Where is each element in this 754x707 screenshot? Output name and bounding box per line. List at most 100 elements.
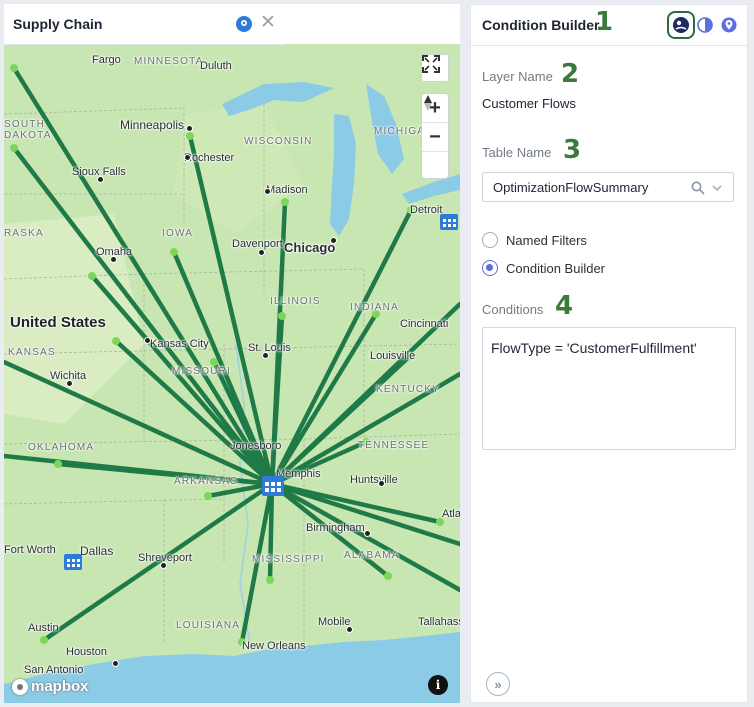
callout-number: 2: [561, 59, 580, 89]
state-label: MISSISSIPPI: [252, 554, 325, 565]
state-label: KENTUCKY: [376, 384, 441, 395]
flow-node[interactable]: [210, 358, 218, 366]
radio-button[interactable]: [482, 232, 498, 248]
state-label: INDIANA: [350, 302, 399, 313]
callout-number: 4: [555, 291, 574, 321]
flow-node[interactable]: [10, 144, 18, 152]
city-label: Austin: [28, 622, 59, 634]
city-label: Huntsville: [350, 474, 398, 486]
state-label: MINNESOTA: [134, 56, 204, 67]
flow-node[interactable]: [266, 576, 274, 584]
location-pin-icon[interactable]: [236, 16, 252, 37]
table-name-select[interactable]: OptimizationFlowSummary: [482, 172, 734, 202]
state-label: ALABAMA: [344, 550, 400, 561]
table-name-label: Table Name: [482, 145, 552, 160]
callout-number: 1: [595, 7, 614, 37]
city-label: Mobile: [318, 616, 351, 628]
city-label: Jonesboro: [230, 440, 282, 452]
city-label: Cincinnati: [400, 318, 449, 330]
city-dot: [184, 154, 191, 161]
city-dot: [97, 176, 104, 183]
city-dot: [112, 660, 119, 667]
mapbox-text: mapbox: [31, 678, 89, 695]
city-label: Minneapolis: [120, 118, 185, 132]
city-dot: [258, 249, 265, 256]
city-label: Rochester: [184, 152, 235, 164]
city-label: Detroit: [410, 204, 443, 216]
city-label: New Orleans: [242, 640, 306, 652]
city-label: Louisville: [370, 350, 416, 362]
city-label: San Antonio: [24, 664, 84, 676]
conditions-textarea[interactable]: FlowType = 'CustomerFulfillment': [482, 327, 736, 450]
conditions-label: Conditions: [482, 302, 544, 317]
radio-label: Named Filters: [506, 232, 587, 248]
state-label: LOUISIANA: [176, 620, 241, 631]
state-label: TENNESSEE: [358, 440, 430, 451]
city-dot: [144, 337, 151, 344]
flow-node[interactable]: [54, 460, 62, 468]
flow-node[interactable]: [281, 198, 289, 206]
state-label: KANSAS: [8, 347, 56, 358]
state-label: SOUTH: [4, 119, 45, 130]
map-pin-settings-icon[interactable]: [721, 17, 737, 33]
flow-node[interactable]: [88, 272, 96, 280]
state-label: IOWA: [162, 228, 194, 239]
city-dot: [160, 562, 167, 569]
state-label: WISCONSIN: [244, 136, 313, 147]
state-label: RASKA: [4, 228, 44, 239]
map-panel: Supply Chain ✕ United States MINNESOTA W…: [4, 4, 460, 703]
mapbox-icon: [12, 678, 28, 695]
zoom-controls: + −: [421, 93, 449, 179]
callout-number: 3: [563, 135, 582, 165]
city-label: Tallahass: [418, 616, 460, 628]
condition-builder-panel: Condition Builder 1 Layer Name 2 Custome…: [470, 4, 748, 703]
city-dot: [264, 188, 271, 195]
double-chevron-right-icon: »: [494, 676, 502, 692]
flow-line[interactable]: [89, 273, 275, 487]
map-tab[interactable]: Supply Chain ✕: [4, 4, 284, 45]
radio-button[interactable]: [482, 260, 498, 276]
city-dot: [364, 530, 371, 537]
flow-node[interactable]: [186, 132, 194, 140]
zoom-out-button[interactable]: −: [422, 123, 448, 152]
city-label: Fargo: [92, 54, 121, 66]
panel-header: Condition Builder 1: [471, 5, 747, 46]
flow-node[interactable]: [278, 312, 286, 320]
mapbox-logo[interactable]: mapbox: [12, 678, 89, 695]
flow-node[interactable]: [112, 337, 120, 345]
info-icon[interactable]: i: [428, 675, 448, 695]
city-label: Birmingham: [306, 522, 365, 534]
state-label: MISSOURI: [172, 366, 232, 377]
flow-node[interactable]: [384, 572, 392, 580]
chevron-down-icon[interactable]: [712, 184, 722, 192]
fullscreen-button[interactable]: [421, 54, 449, 82]
contrast-icon[interactable]: [697, 17, 713, 33]
state-label: MICHIGA: [374, 126, 426, 137]
table-name-value: OptimizationFlowSummary: [493, 179, 649, 195]
state-label: ILLINOIS: [270, 296, 321, 307]
city-label: Fort Worth: [4, 544, 56, 556]
flow-node[interactable]: [204, 492, 212, 500]
search-icon[interactable]: [691, 181, 705, 195]
flow-node[interactable]: [10, 64, 18, 72]
state-label: OKLAHOMA: [28, 442, 95, 453]
city-label: Chicago: [284, 240, 336, 255]
condition-builder-option[interactable]: Condition Builder: [482, 260, 605, 276]
panel-title: Condition Builder: [482, 17, 600, 33]
flow-node[interactable]: [40, 636, 48, 644]
expand-panel-button[interactable]: »: [486, 672, 510, 696]
close-icon[interactable]: ✕: [260, 13, 276, 33]
city-label: Madison: [266, 184, 308, 196]
flow-node[interactable]: [170, 248, 178, 256]
compass-button[interactable]: [422, 95, 448, 180]
fullscreen-icon: [422, 55, 440, 73]
layer-name-value: Customer Flows: [482, 96, 576, 111]
city-label: Duluth: [200, 60, 232, 72]
city-label: Houston: [66, 646, 107, 658]
layer-style-button[interactable]: [667, 11, 695, 39]
country-label: United States: [10, 314, 106, 331]
named-filters-option[interactable]: Named Filters: [482, 232, 587, 248]
city-label: Davenport: [232, 238, 283, 250]
map-canvas[interactable]: United States MINNESOTA WISCONSIN MICHIG…: [4, 44, 460, 703]
map-tab-title: Supply Chain: [13, 16, 103, 32]
